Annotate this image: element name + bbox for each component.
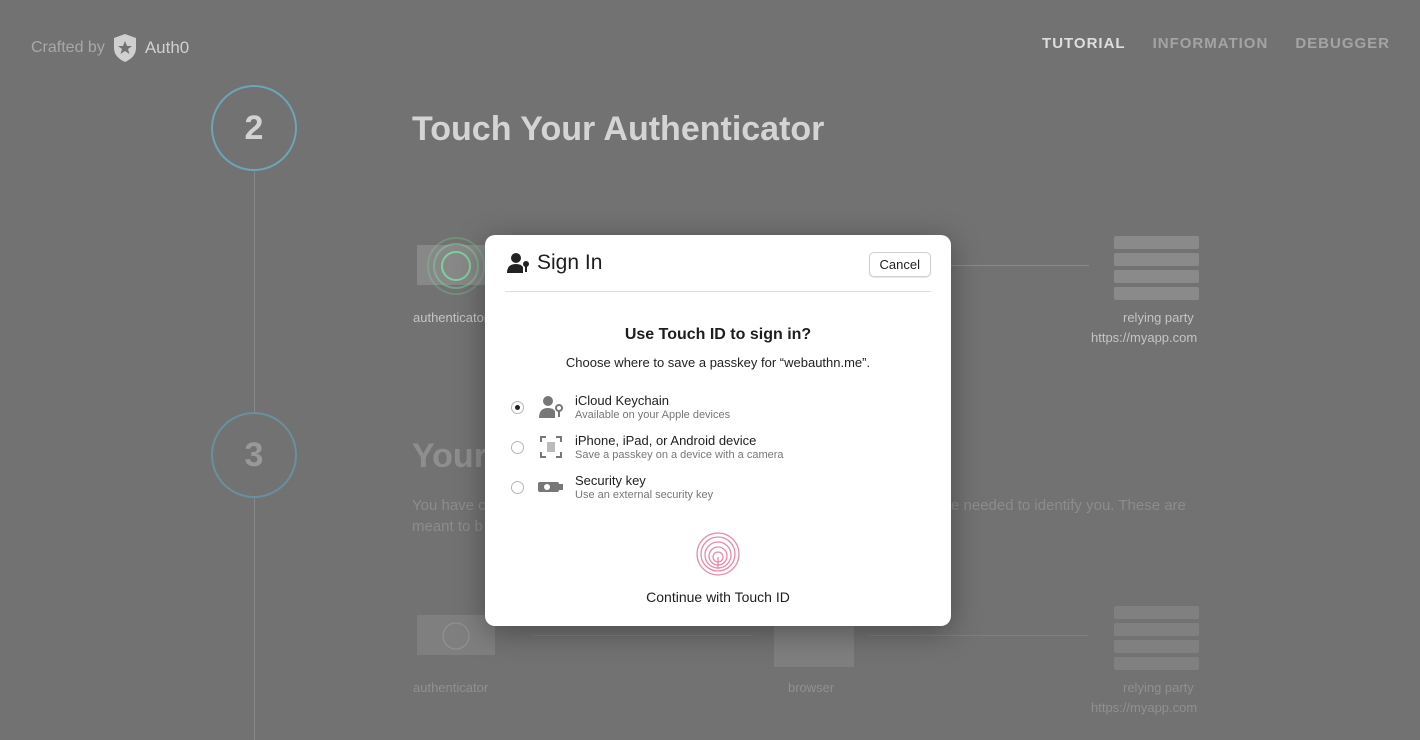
dialog-question: Use Touch ID to sign in? — [624, 326, 812, 343]
radio-selected[interactable] — [511, 400, 524, 414]
option-phone-device[interactable]: iPhone, iPad, or Android device Save a pa… — [511, 433, 784, 461]
step-2-title: Touch Your Authenticator — [412, 110, 825, 148]
timeline-line — [254, 497, 255, 740]
authenticator-label: authenticator — [413, 310, 489, 325]
security-key-icon — [538, 474, 564, 500]
nav-tutorial[interactable]: TUTORIAL — [1042, 35, 1126, 52]
authenticator-label: authenticator — [413, 680, 489, 695]
timeline-line — [254, 170, 255, 413]
option-desc: Available on your Apple devices — [575, 409, 731, 421]
crafted-by-label: Crafted by — [31, 39, 105, 56]
dialog-subtitle: Choose where to save a passkey for “weba… — [565, 355, 871, 370]
server-stack-icon — [1114, 236, 1199, 300]
cancel-button[interactable]: Cancel — [868, 252, 931, 277]
nav-information[interactable]: INFORMATION — [1153, 35, 1269, 52]
step-2-circle: 2 — [211, 85, 297, 171]
connector-line — [951, 265, 1089, 266]
relying-party-url: https://myapp.com — [1091, 700, 1198, 715]
option-icloud-keychain[interactable]: iCloud Keychain Available on your Apple d… — [511, 393, 730, 421]
option-desc: Use an external security key — [575, 489, 714, 501]
option-security-key[interactable]: Security key Use an external security key — [511, 473, 713, 501]
step-3-circle: 3 — [211, 412, 297, 498]
radio-unselected[interactable] — [511, 480, 524, 494]
connector-line — [533, 635, 753, 636]
crafted-by[interactable]: Crafted by Auth0 — [31, 34, 189, 62]
step-3-paragraph-line2: meant to b — [412, 518, 483, 535]
qr-code-icon — [538, 434, 564, 460]
relying-party-url: https://myapp.com — [1091, 330, 1198, 345]
fingerprint-icon[interactable] — [695, 531, 741, 577]
step-3-paragraph-start: You have c — [412, 497, 486, 514]
server-stack-icon — [1114, 606, 1199, 670]
step-3-title: Your — [412, 437, 487, 475]
auth0-brand: Auth0 — [144, 38, 190, 57]
touch-ring-icon — [442, 622, 470, 650]
nav-debugger[interactable]: DEBUGGER — [1295, 35, 1390, 52]
step-3-paragraph-end: e needed to identify you. These are — [951, 497, 1186, 514]
relying-party-label: relying party — [1123, 680, 1194, 695]
passkey-dialog: Sign In Cancel Use Touch ID to sign in? … — [485, 235, 951, 626]
connector-line — [870, 635, 1088, 636]
option-title: iCloud Keychain — [575, 393, 669, 408]
touch-ring-icon — [427, 237, 485, 295]
person-key-icon — [538, 394, 564, 420]
divider — [505, 291, 931, 292]
person-key-icon — [507, 253, 529, 273]
relying-party-label: relying party — [1123, 310, 1194, 325]
dialog-title: Sign In — [507, 251, 602, 275]
browser-device — [774, 625, 854, 667]
browser-label: browser — [788, 680, 835, 695]
radio-unselected[interactable] — [511, 440, 524, 454]
option-title: Security key — [575, 473, 646, 488]
dialog-title-text: Sign In — [537, 251, 603, 274]
option-desc: Save a passkey on a device with a camera — [575, 449, 784, 461]
continue-touch-id-button[interactable]: Continue with Touch ID — [485, 589, 951, 605]
auth0-logo-icon — [113, 34, 136, 62]
top-nav: TUTORIAL INFORMATION DEBUGGER — [1042, 35, 1390, 52]
option-title: iPhone, iPad, or Android device — [575, 433, 757, 448]
